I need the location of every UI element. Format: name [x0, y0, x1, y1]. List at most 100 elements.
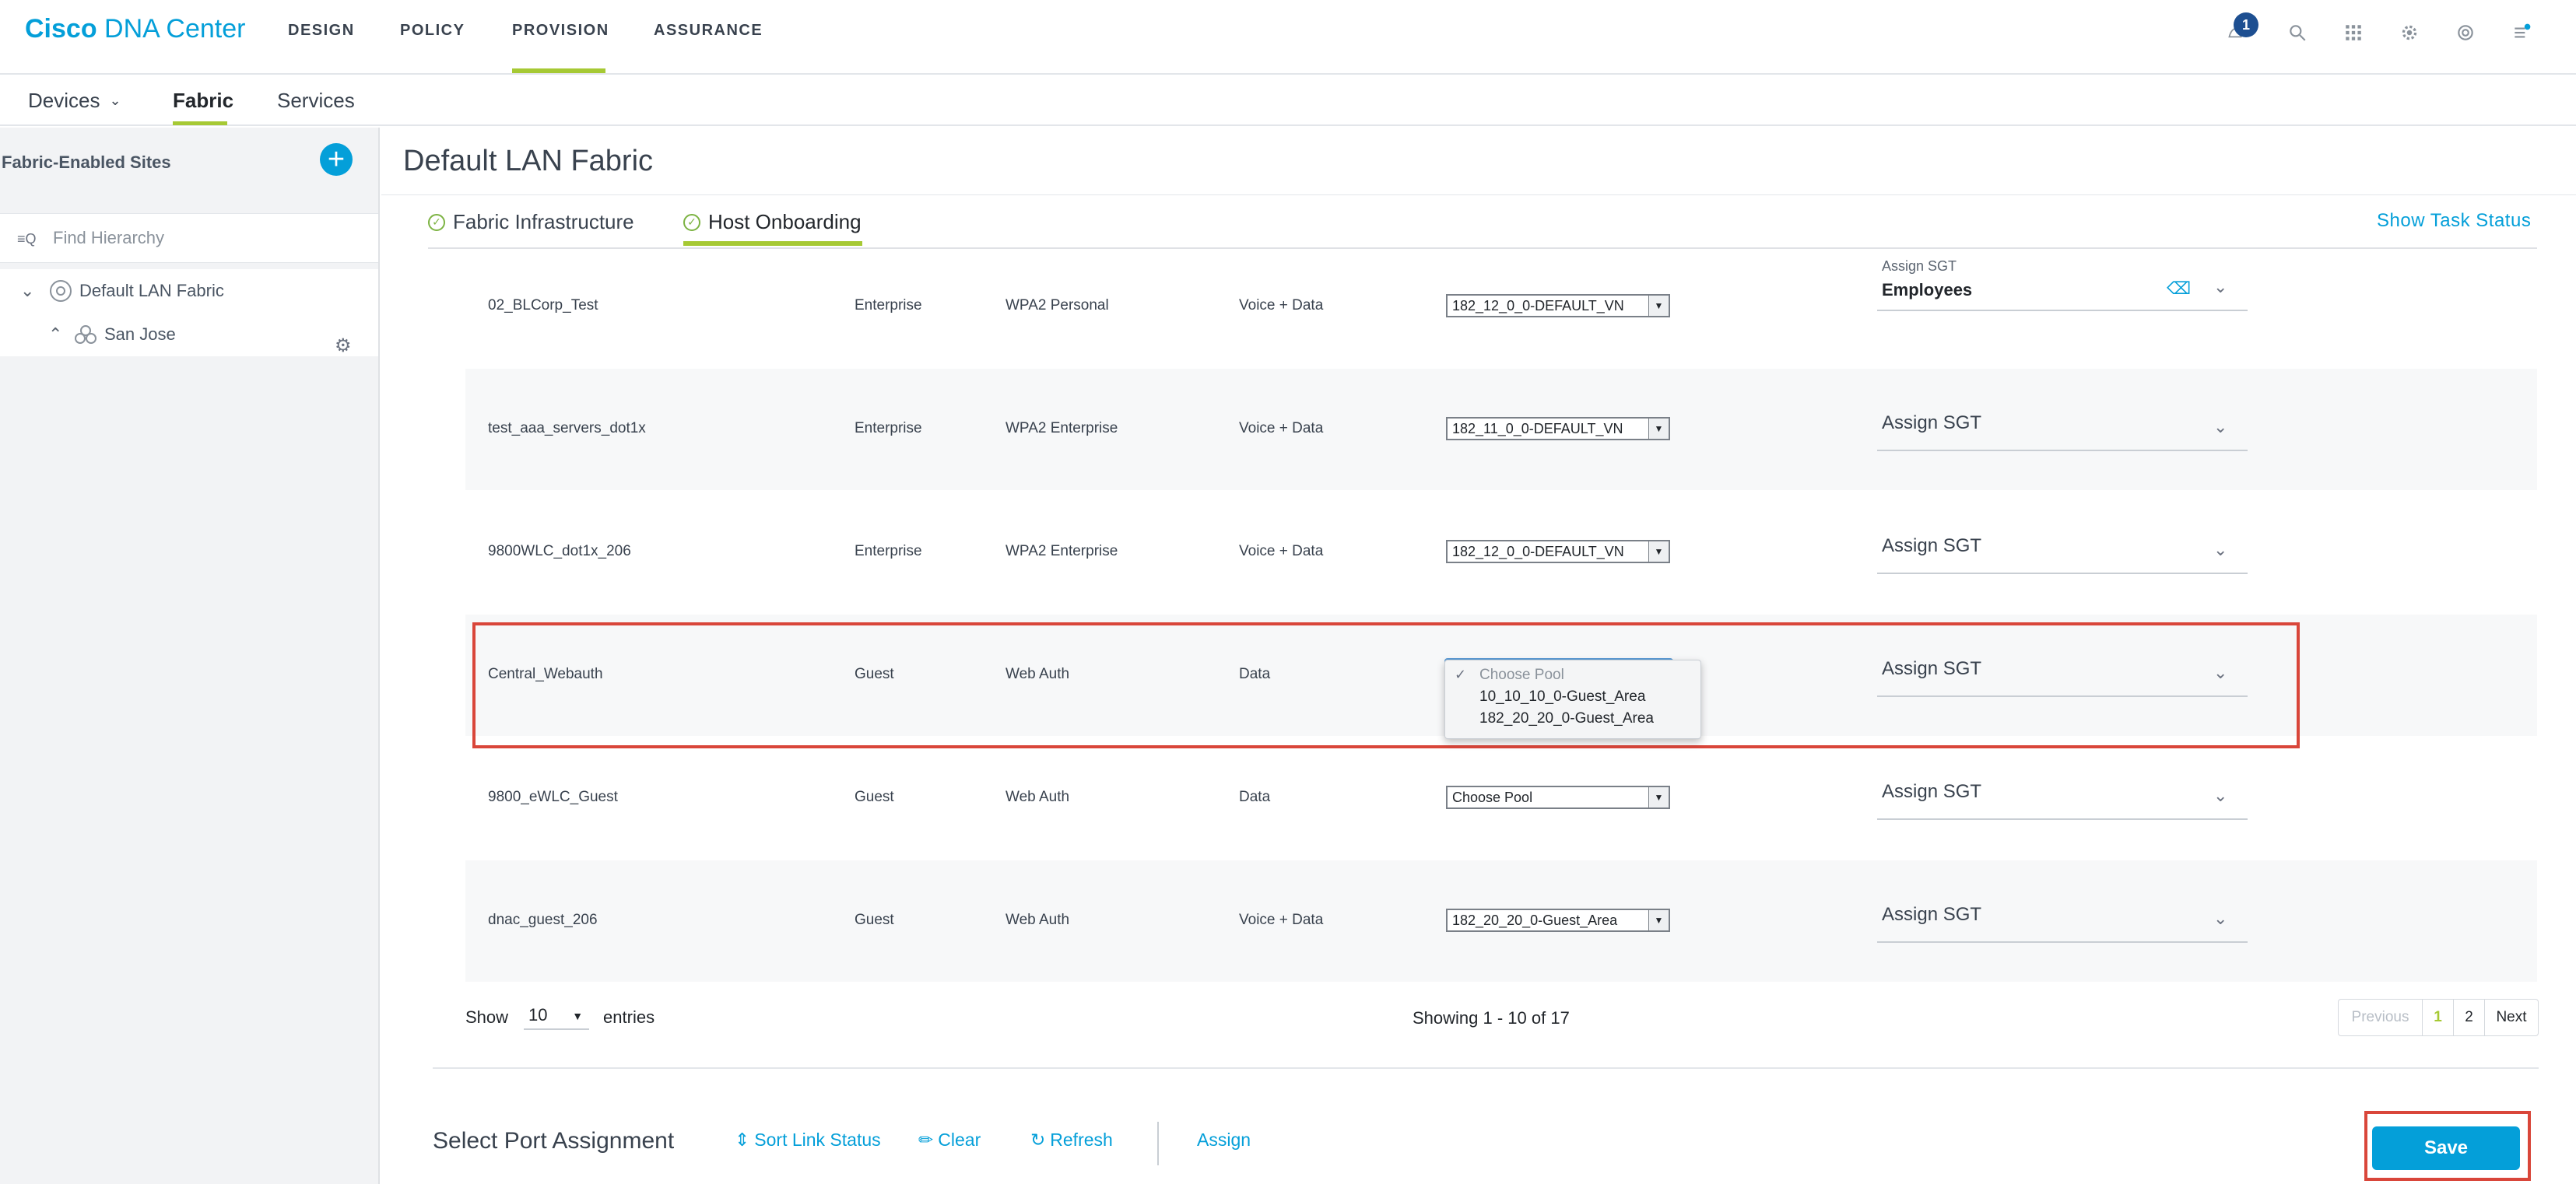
chevron-down-icon[interactable]: ⌄ [2213, 417, 2227, 437]
page-1-button[interactable]: 1 [2423, 1000, 2454, 1035]
apps-grid-icon[interactable] [2338, 17, 2369, 48]
show-label: Show [465, 1007, 509, 1027]
assign-sgt-field[interactable]: Assign SGT ⌄ [1877, 527, 2248, 574]
refresh-button[interactable]: ↻ Refresh [1030, 1130, 1113, 1151]
sub-navigation: Devices ⌄ Fabric Services [0, 75, 2576, 126]
address-pool-select[interactable]: 182_11_0_0-DEFAULT_VN ▼ [1446, 417, 1670, 440]
ssid-row: 02_BLCorp_Test Enterprise WPA2 Personal … [465, 246, 2537, 367]
address-pool-dropdown-menu: ✓ Choose Pool 10_10_10_0-Guest_Area 182_… [1444, 660, 1701, 739]
pool-value: 182_12_0_0-DEFAULT_VN [1452, 544, 1624, 559]
notification-count-badge: 1 [2234, 12, 2258, 37]
dropdown-arrow-icon: ▼ [1648, 787, 1669, 807]
chevron-down-icon[interactable]: ⌄ [2213, 786, 2227, 806]
save-button[interactable]: Save [2372, 1126, 2520, 1170]
ssid-traffic: Voice + Data [1239, 912, 1324, 928]
ssid-row: 9800_eWLC_Guest Guest Web Auth Data Choo… [465, 737, 2537, 859]
chevron-down-icon: ⌄ [109, 93, 121, 108]
chevron-up-icon[interactable]: ⌃ [48, 324, 62, 345]
ssid-name: test_aaa_servers_dot1x [488, 420, 646, 436]
pool-value: Choose Pool [1452, 790, 1533, 805]
subnav-services[interactable]: Services [277, 89, 355, 113]
assign-sgt-field[interactable]: Assign SGT ⌄ [1877, 773, 2248, 820]
next-page-button[interactable]: Next [2485, 1000, 2538, 1035]
check-circle-icon: ✓ [683, 213, 700, 231]
pool-value: 182_20_20_0-Guest_Area [1452, 913, 1618, 928]
nav-design[interactable]: DESIGN [288, 22, 355, 40]
assign-sgt-placeholder: Assign SGT [1882, 535, 1982, 556]
footer-separator [1157, 1122, 1159, 1165]
tab-fabric-infrastructure[interactable]: ✓ Fabric Infrastructure [428, 210, 634, 234]
assign-sgt-field[interactable]: Assign SGT ⌄ [1877, 896, 2248, 943]
search-icon[interactable] [2282, 17, 2313, 48]
clear-button[interactable]: ✏ Clear [918, 1130, 981, 1151]
assign-sgt-field[interactable]: Assign SGT ⌄ [1877, 405, 2248, 451]
tab-label: Host Onboarding [708, 210, 862, 233]
ssid-traffic: Voice + Data [1239, 420, 1324, 436]
subnav-fabric[interactable]: Fabric [173, 89, 233, 113]
ssid-name: 9800WLC_dot1x_206 [488, 543, 631, 559]
address-pool-select[interactable]: 182_12_0_0-DEFAULT_VN ▼ [1446, 540, 1670, 563]
top-navigation: Cisco DNA Center DESIGN POLICY PROVISION… [0, 0, 2576, 75]
add-site-button[interactable]: + [320, 143, 353, 176]
show-task-status-link[interactable]: Show Task Status [2377, 210, 2531, 232]
ssid-security: Web Auth [1005, 789, 1070, 805]
ssid-type: Enterprise [855, 420, 922, 436]
nav-provision[interactable]: PROVISION [512, 22, 609, 40]
ssid-name: 9800_eWLC_Guest [488, 789, 618, 805]
ssid-type: Guest [855, 912, 894, 928]
chevron-down-icon[interactable]: ⌄ [20, 281, 34, 301]
settings-gear-icon[interactable] [2394, 17, 2425, 48]
pool-value: 182_12_0_0-DEFAULT_VN [1452, 298, 1624, 314]
sgt-value: Employees [1882, 280, 1973, 300]
assign-sgt-field[interactable]: Assign SGT Employees ⌫ ⌄ [1877, 258, 2248, 311]
pool-option-182-20-20-0[interactable]: 182_20_20_0-Guest_Area [1479, 710, 1654, 727]
clear-sgt-icon[interactable]: ⌫ [2167, 278, 2191, 299]
ssid-row: 9800WLC_dot1x_206 Enterprise WPA2 Enterp… [465, 492, 2537, 613]
show-entries-control: Show 10 ▼ entries [465, 1005, 655, 1030]
page-2-button[interactable]: 2 [2454, 1000, 2485, 1035]
site-settings-gear-icon[interactable]: ⚙ [335, 335, 352, 357]
showing-count: Showing 1 - 10 of 17 [1413, 1008, 1570, 1028]
find-hierarchy-input[interactable] [53, 225, 364, 251]
ssid-name: 02_BLCorp_Test [488, 297, 598, 314]
ssid-security: Web Auth [1005, 912, 1070, 928]
address-pool-select[interactable]: 182_20_20_0-Guest_Area ▼ [1446, 909, 1670, 932]
address-pool-select[interactable]: 182_12_0_0-DEFAULT_VN ▼ [1446, 294, 1670, 317]
chevron-down-icon[interactable]: ⌄ [2213, 540, 2227, 560]
nav-assurance[interactable]: ASSURANCE [654, 22, 763, 40]
nav-active-indicator [512, 68, 605, 73]
assign-button[interactable]: Assign [1197, 1130, 1251, 1151]
footer-divider [433, 1067, 2539, 1069]
previous-page-button[interactable]: Previous [2339, 1000, 2423, 1035]
subnav-devices[interactable]: Devices ⌄ [28, 89, 121, 113]
ssid-security: WPA2 Enterprise [1005, 420, 1118, 436]
assign-sgt-placeholder: Assign SGT [1882, 781, 1982, 802]
chevron-down-icon[interactable]: ⌄ [2213, 277, 2227, 297]
site-building-icon [75, 325, 97, 344]
hierarchy-search: ≡Q [0, 213, 378, 263]
address-pool-select[interactable]: Choose Pool ▼ [1446, 786, 1670, 809]
refresh-label: Refresh [1050, 1130, 1113, 1150]
ssid-row: dnac_guest_206 Guest Web Auth Voice + Da… [465, 860, 2537, 982]
ssid-row: test_aaa_servers_dot1x Enterprise WPA2 E… [465, 369, 2537, 490]
assign-sgt-label: Assign SGT [1882, 258, 1957, 274]
pagination: Previous 1 2 Next [2338, 999, 2539, 1036]
help-lifebuoy-icon[interactable] [2450, 17, 2481, 48]
tree-item-san-jose[interactable]: ⌃ San Jose ⚙ [0, 313, 378, 356]
checkmark-icon: ✓ [1455, 667, 1467, 682]
chevron-down-icon[interactable]: ⌄ [2213, 909, 2227, 929]
entries-label: entries [603, 1007, 655, 1027]
pool-option-choose-pool[interactable]: Choose Pool [1479, 667, 1564, 684]
ssid-traffic: Voice + Data [1239, 297, 1324, 314]
tab-host-onboarding[interactable]: ✓ Host Onboarding [683, 210, 862, 234]
caret-down-icon: ▼ [572, 1010, 584, 1022]
nav-policy[interactable]: POLICY [400, 22, 465, 40]
pool-option-10-10-10-0[interactable]: 10_10_10_0-Guest_Area [1479, 688, 1645, 706]
sort-link-status-button[interactable]: ⇕ Sort Link Status [735, 1130, 881, 1151]
entries-per-page-select[interactable]: 10 ▼ [524, 1005, 590, 1030]
cisco-dna-center-logo[interactable]: Cisco DNA Center [25, 14, 245, 44]
tree-item-default-lan-fabric[interactable]: ⌄ Default LAN Fabric [0, 269, 378, 313]
task-list-icon[interactable] [2506, 17, 2537, 48]
ssid-name: dnac_guest_206 [488, 912, 598, 928]
page-title: Default LAN Fabric [403, 145, 654, 177]
